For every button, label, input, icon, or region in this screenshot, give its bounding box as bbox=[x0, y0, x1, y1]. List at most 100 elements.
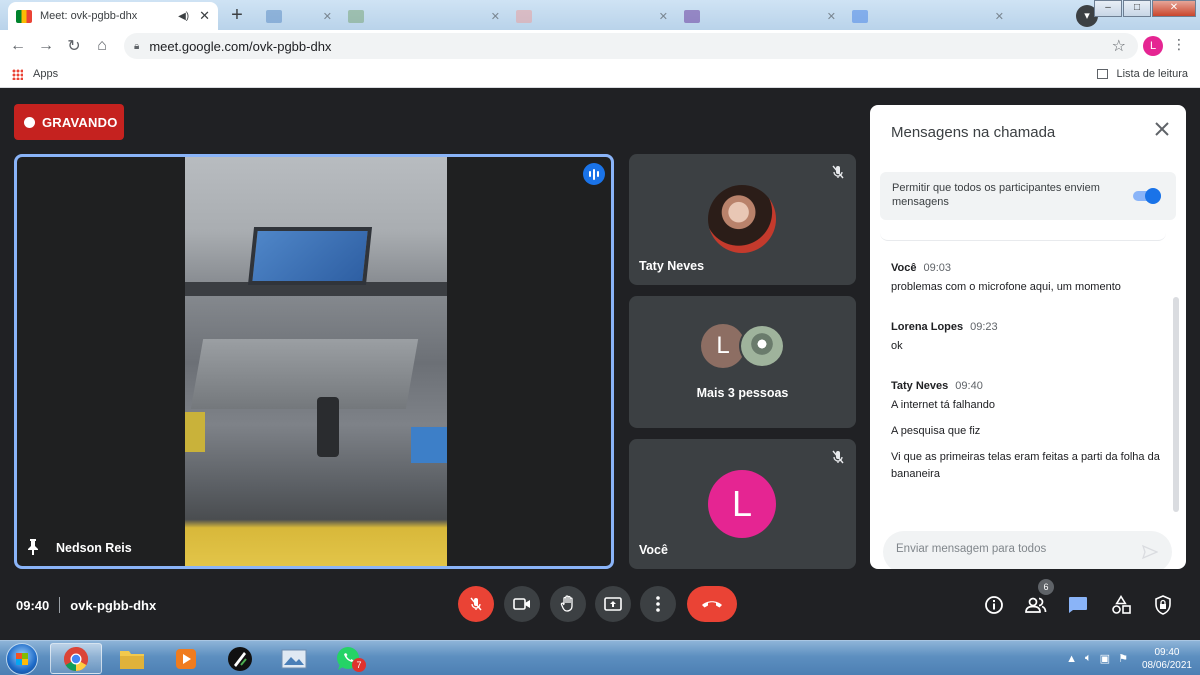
video-scene-object bbox=[185, 412, 205, 452]
more-participants-tile[interactable]: L Mais 3 pessoas bbox=[629, 296, 856, 428]
window-controls: – □ ✕ bbox=[1093, 0, 1196, 17]
network-icon[interactable]: ▣ bbox=[1100, 652, 1110, 665]
meeting-details-button[interactable] bbox=[983, 594, 1005, 616]
tab-background[interactable]: ✕ bbox=[340, 2, 508, 30]
recording-indicator[interactable]: GRAVANDO bbox=[14, 104, 124, 140]
message-composer bbox=[883, 531, 1172, 569]
send-icon[interactable] bbox=[1142, 544, 1158, 560]
camera-toggle-button[interactable] bbox=[504, 586, 540, 622]
url-text[interactable]: meet.google.com/ovk-pgbb-dhx bbox=[149, 39, 331, 54]
chat-button[interactable] bbox=[1067, 594, 1089, 616]
close-window-button[interactable]: ✕ bbox=[1152, 0, 1196, 17]
tab-favicon-icon bbox=[266, 9, 282, 23]
message-time: 09:03 bbox=[923, 262, 952, 274]
permission-label: Permitir que todos os participantes envi… bbox=[892, 182, 1100, 208]
bookmark-star-icon[interactable]: ☆ bbox=[1112, 36, 1126, 56]
system-clock[interactable]: 09:40 08/06/2021 bbox=[1142, 646, 1192, 672]
meeting-details: 09:40 ovk-pgbb-dhx bbox=[16, 597, 156, 613]
forward-icon[interactable]: → bbox=[32, 37, 60, 55]
chat-scrollbar[interactable] bbox=[1172, 277, 1180, 517]
more-options-button[interactable] bbox=[640, 586, 676, 622]
chat-message-input[interactable] bbox=[896, 543, 1126, 555]
tab-close-icon[interactable]: ✕ bbox=[323, 10, 332, 23]
meeting-time: 09:40 bbox=[16, 597, 50, 613]
apps-label: Apps bbox=[33, 68, 59, 80]
mic-toggle-button[interactable] bbox=[458, 586, 494, 622]
scrollbar-thumb[interactable] bbox=[1173, 297, 1179, 512]
tab-background[interactable]: ✕ bbox=[258, 2, 340, 30]
back-icon[interactable]: ← bbox=[4, 37, 32, 55]
apps-shortcut[interactable]: Apps bbox=[12, 68, 58, 80]
chat-icon bbox=[1069, 597, 1087, 613]
tab-background[interactable]: ✕ bbox=[844, 2, 1012, 30]
participants-button[interactable] bbox=[1025, 594, 1047, 616]
bookmarks-bar: Apps Lista de leitura bbox=[0, 62, 1200, 88]
tab-background[interactable]: ✕ bbox=[508, 2, 676, 30]
folder-icon bbox=[120, 650, 144, 669]
new-tab-button[interactable]: + bbox=[226, 5, 248, 27]
participant-name: Taty Neves bbox=[639, 259, 705, 273]
tab-close-icon[interactable]: ✕ bbox=[199, 8, 210, 24]
home-icon[interactable]: ⌂ bbox=[88, 37, 116, 55]
lock-icon[interactable]: 🔒︎ bbox=[134, 41, 139, 52]
chat-panel: Mensagens na chamada Permitir que todos … bbox=[870, 105, 1186, 569]
show-hidden-icons-icon[interactable]: ▲ bbox=[1066, 653, 1077, 665]
participant-tile[interactable]: Taty Neves bbox=[629, 154, 856, 285]
message-text: Vi que as primeiras telas eram feitas a … bbox=[891, 451, 1160, 480]
message-text: problemas com o microfone aqui, um momen… bbox=[891, 281, 1121, 293]
tab-meet[interactable]: Meet: ovk-pgbb-dhx ◀︎) ✕ bbox=[8, 2, 218, 30]
reading-list-icon bbox=[1097, 69, 1109, 79]
message-header: Você 09:03 bbox=[891, 262, 1161, 274]
message-time: 09:40 bbox=[955, 380, 983, 392]
raise-hand-button[interactable] bbox=[550, 586, 586, 622]
message-group: Você 09:03 problemas com o microfone aqu… bbox=[891, 262, 1161, 305]
tab-close-icon[interactable]: ✕ bbox=[827, 10, 836, 23]
message-sender: Taty Neves bbox=[891, 380, 949, 392]
volume-muted-icon[interactable]: 🔈︎ bbox=[1085, 652, 1092, 665]
tab-strip: Meet: ovk-pgbb-dhx ◀︎) ✕ + ✕ ✕ ✕ ✕ ✕ ▾ –… bbox=[0, 0, 1200, 30]
message-list: Você 09:03 problemas com o microfone aqu… bbox=[870, 233, 1172, 528]
tab-favicon-icon bbox=[852, 9, 868, 23]
permission-toggle[interactable] bbox=[1131, 188, 1161, 204]
leave-call-button[interactable] bbox=[687, 586, 737, 622]
video-scene-monitor bbox=[247, 227, 373, 285]
taskbar-explorer[interactable] bbox=[106, 643, 158, 674]
action-center-flag-icon[interactable]: ⚑ bbox=[1118, 652, 1128, 665]
taskbar-photos[interactable] bbox=[268, 643, 320, 674]
reading-list-button[interactable]: Lista de leitura bbox=[1097, 68, 1188, 80]
address-bar[interactable]: 🔒︎ meet.google.com/ovk-pgbb-dhx ☆ bbox=[124, 33, 1138, 59]
present-screen-icon bbox=[604, 597, 622, 611]
message-text: A pesquisa que fiz bbox=[891, 425, 981, 437]
taskbar-app[interactable] bbox=[214, 643, 266, 674]
tab-close-icon[interactable]: ✕ bbox=[659, 10, 668, 23]
more-participants-label: Mais 3 pessoas bbox=[696, 386, 789, 400]
tab-close-icon[interactable]: ✕ bbox=[491, 10, 500, 23]
present-screen-button[interactable] bbox=[595, 586, 631, 622]
minimize-button[interactable]: – bbox=[1094, 0, 1122, 17]
tab-close-icon[interactable]: ✕ bbox=[995, 10, 1004, 23]
message-sender: Você bbox=[891, 262, 917, 274]
maximize-button[interactable]: □ bbox=[1123, 0, 1151, 17]
audio-playing-icon[interactable]: ◀︎) bbox=[178, 11, 189, 22]
main-video-tile[interactable]: Nedson Reis bbox=[14, 154, 614, 569]
pin-icon[interactable] bbox=[27, 539, 39, 555]
reload-icon[interactable]: ↻ bbox=[60, 36, 88, 56]
mic-off-icon bbox=[832, 165, 844, 179]
taskbar-whatsapp[interactable]: 7 bbox=[322, 643, 374, 674]
browser-menu-icon[interactable]: ⋮ bbox=[1172, 36, 1186, 53]
taskbar-chrome[interactable] bbox=[50, 643, 102, 674]
profile-avatar[interactable]: L bbox=[1143, 36, 1163, 56]
self-tile[interactable]: L Você bbox=[629, 439, 856, 569]
close-icon[interactable] bbox=[1154, 121, 1170, 137]
hang-up-icon bbox=[702, 601, 722, 608]
start-button[interactable] bbox=[6, 643, 38, 675]
activities-button[interactable] bbox=[1110, 594, 1132, 616]
tab-title: Meet: ovk-pgbb-dhx bbox=[40, 10, 138, 22]
participant-photo-avatar bbox=[708, 185, 776, 253]
taskbar-media-player[interactable] bbox=[160, 643, 212, 674]
participant-name: Nedson Reis bbox=[56, 541, 132, 555]
tab-background[interactable]: ✕ bbox=[676, 2, 844, 30]
system-tray: ▲ 🔈︎ ▣ ⚑ 09:40 08/06/2021 bbox=[1058, 641, 1192, 675]
participant-video bbox=[185, 157, 447, 566]
host-controls-button[interactable] bbox=[1152, 594, 1174, 616]
